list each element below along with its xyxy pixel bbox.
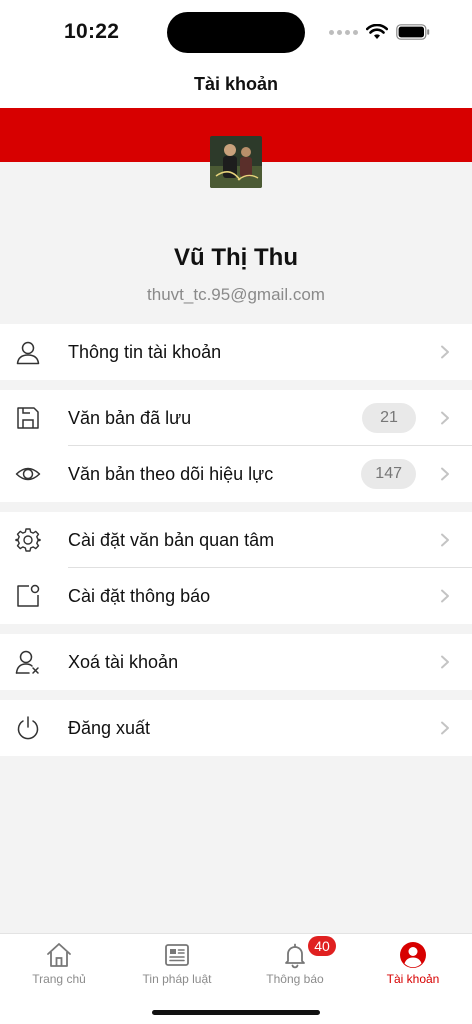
menu-label-account-info: Thông tin tài khoản — [68, 341, 222, 362]
menu-group-logout: Đăng xuất — [0, 700, 472, 756]
menu-label-saved-docs: Văn bản đã lưu — [68, 407, 192, 428]
avatar-image — [210, 136, 262, 188]
chevron-right-icon — [441, 589, 449, 603]
menu-item-saved-docs[interactable]: Văn bản đã lưu 21 — [0, 390, 472, 446]
chevron-right-icon — [441, 467, 449, 481]
tab-label-notifications: Thông báo — [266, 972, 324, 986]
tracked-docs-count-badge: 147 — [361, 459, 416, 489]
chevron-right-icon — [441, 345, 449, 359]
menu-item-interest-settings[interactable]: Cài đặt văn bản quan tâm — [0, 512, 472, 568]
cellular-signal-icon — [329, 29, 358, 35]
chevron-right-icon — [441, 411, 449, 425]
status-icons — [329, 22, 430, 42]
bell-icon — [285, 943, 305, 969]
menu-group-documents: Văn bản đã lưu 21 Văn bản theo dõi hiệu … — [0, 390, 472, 502]
notification-count-badge: 40 — [308, 936, 336, 956]
wifi-icon — [366, 24, 388, 39]
menu-group-settings: Cài đặt văn bản quan tâm Cài đặt thông b… — [0, 512, 472, 624]
tab-account[interactable]: Tài khoản — [354, 934, 472, 994]
menu-item-delete-account[interactable]: Xoá tài khoản — [0, 634, 472, 690]
menu-group-delete: Xoá tài khoản — [0, 634, 472, 690]
menu-item-notification-settings[interactable]: Cài đặt thông báo — [0, 568, 472, 624]
chevron-right-icon — [441, 655, 449, 669]
saved-docs-count-badge: 21 — [362, 403, 416, 433]
tab-legal-news[interactable]: Tin pháp luật — [118, 934, 236, 994]
tab-label-account: Tài khoản — [386, 972, 440, 986]
eye-icon — [15, 467, 41, 481]
battery-icon — [396, 24, 430, 40]
menu-item-logout[interactable]: Đăng xuất — [0, 700, 472, 756]
user-remove-icon — [15, 650, 39, 674]
notification-settings-icon — [17, 584, 40, 607]
power-icon — [17, 716, 39, 740]
avatar[interactable] — [210, 136, 262, 188]
user-icon — [16, 341, 40, 365]
menu-item-tracked-docs[interactable]: Văn bản theo dõi hiệu lực 147 — [0, 446, 472, 502]
profile-name: Vũ Thị Thu — [174, 244, 298, 271]
menu-label-interest-settings: Cài đặt văn bản quan tâm — [68, 529, 275, 550]
menu-label-tracked-docs: Văn bản theo dõi hiệu lực — [68, 463, 274, 484]
chevron-right-icon — [441, 533, 449, 547]
chevron-right-icon — [441, 721, 449, 735]
account-icon — [400, 942, 426, 968]
dynamic-island — [167, 12, 305, 53]
tab-label-legal-news: Tin pháp luật — [142, 972, 212, 986]
profile-email: thuvt_tc.95@gmail.com — [147, 285, 325, 304]
menu-label-delete-account: Xoá tài khoản — [68, 651, 179, 672]
tab-home[interactable]: Trang chủ — [0, 934, 118, 994]
navigation-header: Tài khoản — [0, 64, 472, 108]
home-indicator — [152, 1010, 320, 1015]
menu-label-notification-settings: Cài đặt thông báo — [68, 585, 211, 606]
menu-item-account-info[interactable]: Thông tin tài khoản — [0, 324, 472, 380]
page-title: Tài khoản — [193, 74, 278, 94]
gear-icon — [15, 528, 41, 552]
menu-group-account: Thông tin tài khoản — [0, 324, 472, 380]
status-bar: 10:22 — [0, 0, 472, 64]
tab-notifications[interactable]: 40 Thông báo — [236, 934, 354, 994]
tab-label-home: Trang chủ — [32, 972, 86, 986]
home-icon — [47, 943, 71, 967]
save-icon — [17, 407, 39, 429]
menu-label-logout: Đăng xuất — [68, 717, 151, 738]
newspaper-icon — [165, 944, 189, 966]
status-time: 10:22 — [64, 20, 120, 43]
